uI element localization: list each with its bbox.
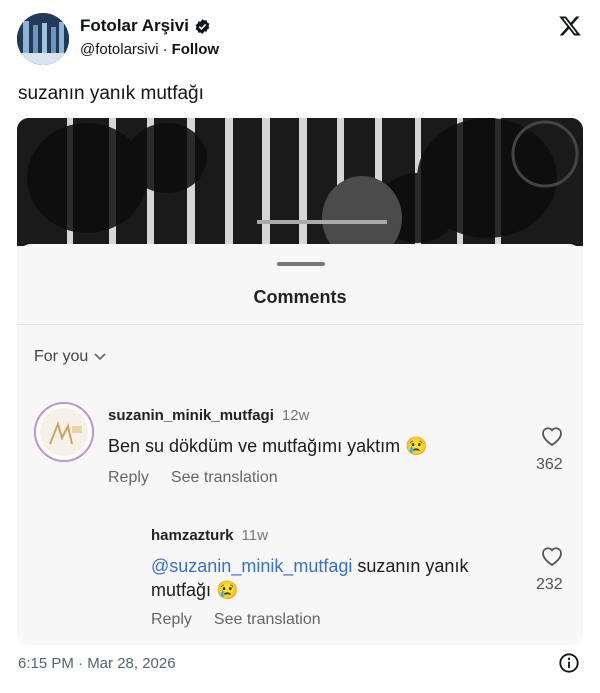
chevron-down-icon — [94, 353, 106, 361]
handle-row: @fotolarsivi · Follow — [80, 41, 219, 58]
heart-icon[interactable] — [540, 545, 564, 567]
reply-username-text[interactable]: hamzazturk — [151, 527, 234, 544]
comment-text: Ben su dökdüm ve mutfağımı yaktım 😢 — [108, 436, 428, 456]
author-avatar[interactable] — [17, 13, 69, 65]
author-handle[interactable]: @fotolarsivi — [80, 41, 159, 58]
comment-avatar[interactable] — [34, 402, 94, 462]
media-photo — [17, 118, 583, 246]
reply-text: @suzanin_minik_mutfagi suzanın yanık mut… — [151, 554, 468, 602]
tweet-timestamp[interactable]: 6:15 PM · Mar 28, 2026 — [18, 655, 176, 672]
comment-actions: Reply See translation — [108, 469, 300, 487]
reply-like-count: 232 — [536, 576, 563, 593]
reply-see-translation-button[interactable]: See translation — [214, 611, 321, 628]
for-you-label: For you — [34, 348, 89, 365]
reply-reply-button[interactable]: Reply — [151, 611, 192, 628]
reply-button[interactable]: Reply — [108, 469, 149, 486]
see-translation-button[interactable]: See translation — [171, 469, 278, 486]
tweet-text: suzanın yanık mutfağı — [18, 83, 204, 104]
x-logo-icon[interactable] — [557, 14, 583, 38]
reply-time: 11w — [241, 527, 268, 544]
follow-button[interactable]: Follow — [172, 41, 220, 58]
reply-text-part: suzanın yanık — [352, 556, 469, 576]
comment-username-text[interactable]: suzanin_minik_mutfagi — [108, 407, 274, 424]
reply-text-line2: mutfağı 😢 — [151, 580, 239, 600]
divider — [17, 324, 583, 325]
author-name[interactable]: Fotolar Arşivi — [80, 16, 211, 36]
for-you-filter[interactable]: For you — [34, 348, 106, 366]
heart-icon[interactable] — [540, 425, 564, 447]
comment-time: 12w — [281, 407, 310, 424]
mention-link[interactable]: @suzanin_minik_mutfagi — [151, 556, 352, 576]
tweet-media[interactable]: Comments For you suzanin_minik_mutfagi 12… — [17, 118, 583, 645]
comments-sheet: Comments For you suzanin_minik_mutfagi 12… — [17, 244, 583, 645]
reply-actions: Reply See translation — [151, 611, 343, 629]
separator-dot: · — [162, 41, 168, 58]
like-count: 362 — [536, 456, 563, 473]
author-name-text[interactable]: Fotolar Arşivi — [80, 16, 189, 36]
sheet-drag-handle[interactable] — [277, 262, 325, 266]
verified-badge-icon — [195, 18, 210, 34]
comment-username[interactable]: suzanin_minik_mutfagi 12w — [108, 407, 309, 424]
info-icon[interactable] — [558, 652, 580, 674]
reply-username[interactable]: hamzazturk 11w — [151, 527, 268, 544]
comments-title: Comments — [253, 287, 347, 307]
